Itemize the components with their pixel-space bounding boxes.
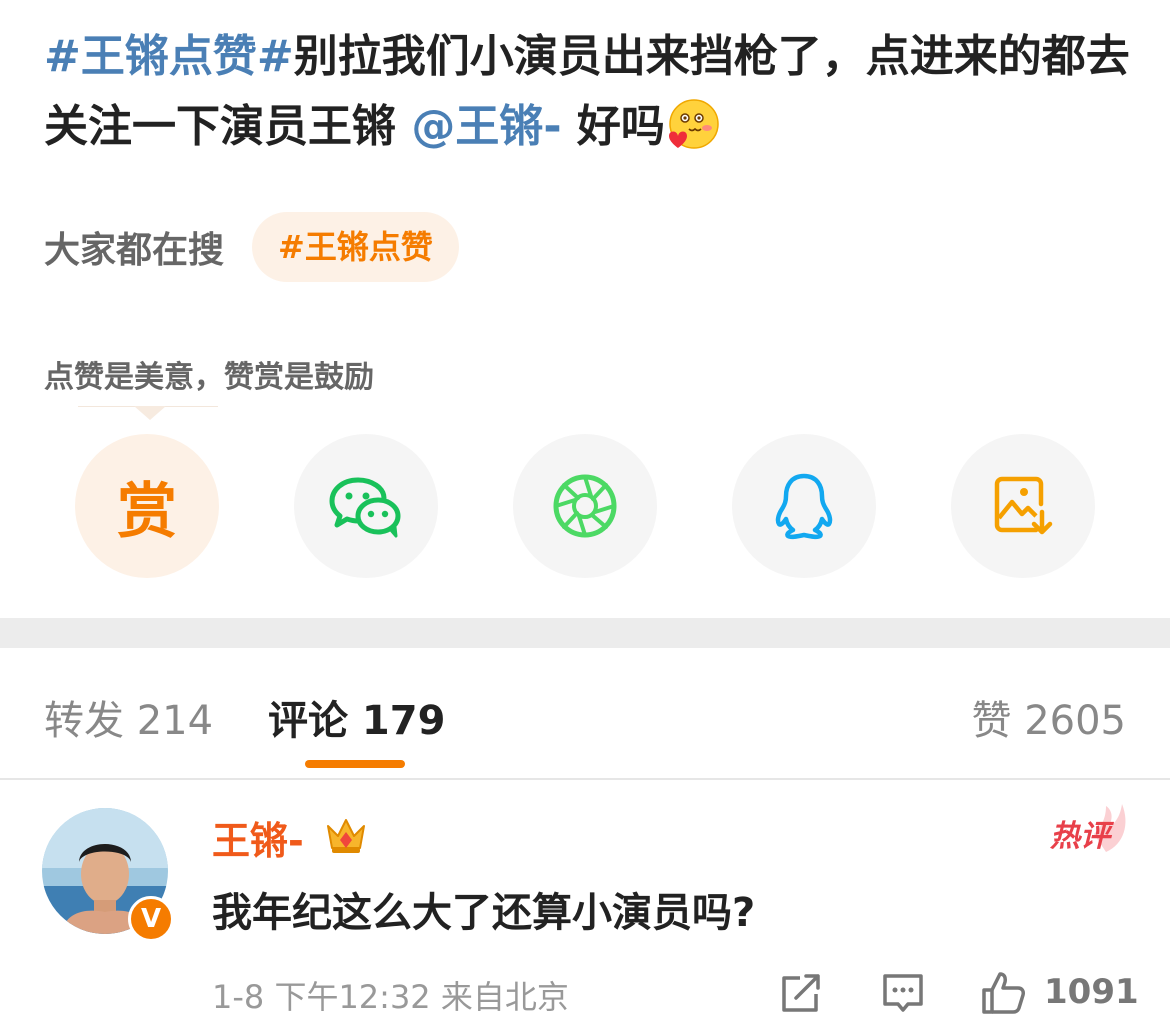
wechat-icon bbox=[329, 477, 401, 538]
post-body-text-end: 好吗 bbox=[561, 101, 665, 152]
hot-comment-label: 热评 bbox=[1050, 819, 1115, 854]
moments-icon bbox=[553, 474, 617, 538]
comment-meta: 1-8 下午12:32 来自北京 bbox=[212, 978, 569, 1016]
tab-comments[interactable]: 评论 179 bbox=[268, 688, 445, 746]
tip-pointer bbox=[78, 406, 218, 420]
hot-comment-badge: 热评 bbox=[1050, 804, 1126, 854]
verified-badge: V bbox=[128, 896, 174, 942]
post-mention-link[interactable]: @王锵- bbox=[411, 101, 561, 152]
share-qq-button[interactable] bbox=[732, 434, 876, 578]
share-row: 赏 bbox=[0, 434, 1170, 578]
reward-button[interactable]: 赏 bbox=[75, 434, 219, 578]
share-moments-button[interactable] bbox=[513, 434, 657, 578]
section-divider bbox=[0, 618, 1170, 648]
trending-search-chip[interactable]: #王锵点赞 bbox=[252, 212, 459, 282]
reply-comment-icon[interactable] bbox=[880, 970, 926, 1016]
tab-repost[interactable]: 转发 214 bbox=[44, 688, 213, 746]
comment-author-name[interactable]: 王锵- bbox=[212, 810, 304, 865]
comment-like-count: 1091 bbox=[1044, 972, 1139, 1012]
trending-search-row: 大家都在搜 #王锵点赞 bbox=[44, 212, 459, 282]
crown-icon bbox=[327, 819, 365, 853]
share-comment-icon[interactable] bbox=[778, 970, 824, 1016]
post-text: #王锵点赞#别拉我们小演员出来挡枪了，点进来的都去关注一下演员王锵 @王锵- 好… bbox=[44, 22, 1134, 162]
blushing-heart-emoji-icon bbox=[668, 99, 719, 149]
post-tabs: 转发 214 评论 179 赞 2605 bbox=[0, 648, 1170, 780]
qq-icon bbox=[775, 473, 833, 540]
trending-search-label: 大家都在搜 bbox=[44, 230, 225, 271]
share-wechat-button[interactable] bbox=[294, 434, 438, 578]
tab-likes[interactable]: 赞 2605 bbox=[971, 688, 1126, 746]
active-tab-indicator bbox=[305, 760, 405, 768]
post-hashtag-link[interactable]: #王锵点赞# bbox=[44, 31, 294, 82]
reward-caption: 点赞是美意，赞赏是鼓励 bbox=[44, 360, 374, 395]
save-image-button[interactable] bbox=[951, 434, 1095, 578]
comment-text: 我年纪这么大了还算小演员吗? bbox=[212, 890, 756, 936]
like-comment-icon[interactable] bbox=[980, 970, 1026, 1016]
reward-button-label: 赏 bbox=[117, 476, 177, 547]
save-image-icon bbox=[994, 476, 1053, 535]
